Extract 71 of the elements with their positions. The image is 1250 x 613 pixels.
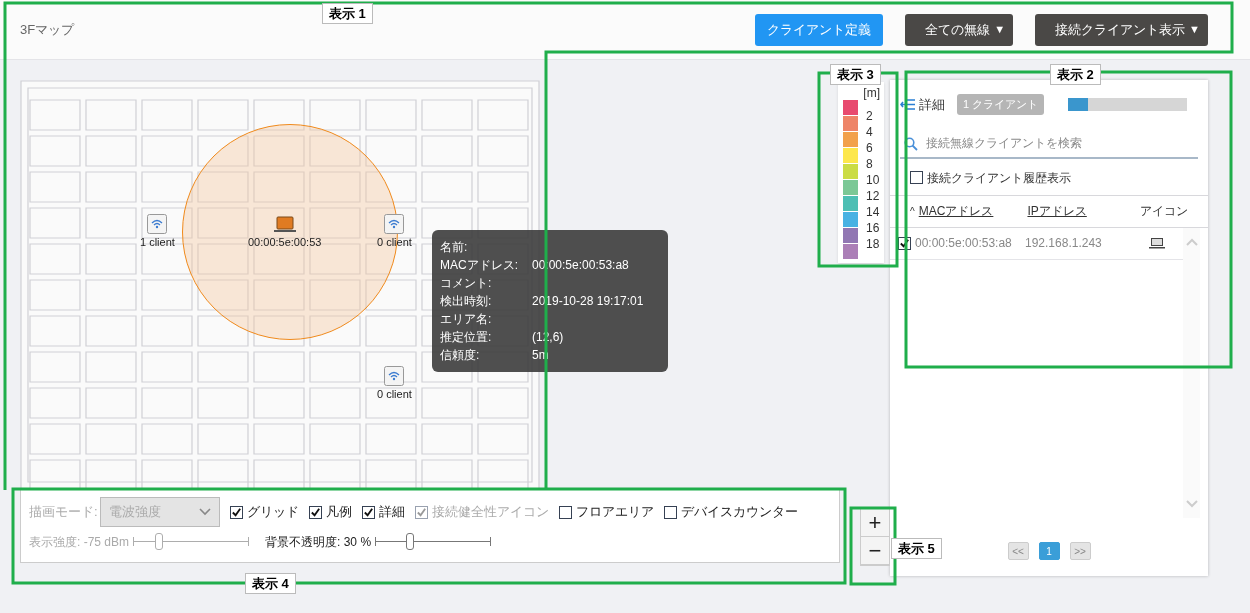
tooltip-value: 00:00:5e:00:53:a8 xyxy=(532,257,629,274)
page-title: 3Fマップ xyxy=(20,20,75,39)
zoom-in-button[interactable]: + xyxy=(861,509,889,537)
slider-label: 背景不透明度: 30 % xyxy=(265,534,372,551)
legend-label: 16 xyxy=(866,220,880,236)
checkbox-label: グリッド xyxy=(246,503,299,522)
legend-label: 18 xyxy=(866,236,880,252)
legend-label: 6 xyxy=(866,140,874,156)
annotation-label: 表示 1 xyxy=(322,3,373,24)
search-field[interactable]: 接続無線クライアントを検索 xyxy=(900,128,1198,159)
client-row[interactable]: 00:00:5e:00:53:a8 192.168.1.243 xyxy=(890,227,1183,260)
column-header[interactable]: アイコン xyxy=(1140,202,1188,220)
laptop-icon xyxy=(1149,237,1165,249)
legend-label: 12 xyxy=(866,188,880,204)
checkbox-label: 詳細 xyxy=(378,503,405,522)
access-point-icon[interactable] xyxy=(147,214,168,234)
client-count: 0 client xyxy=(377,235,412,250)
checkbox[interactable] xyxy=(229,505,243,519)
checkbox[interactable] xyxy=(308,505,322,519)
client-count: 1 client xyxy=(140,235,175,250)
tooltip-key: 信頼度: xyxy=(440,346,532,364)
access-point-icon[interactable] xyxy=(384,214,405,234)
legend-label: 10 xyxy=(866,172,880,188)
client-count: 0 client xyxy=(377,387,412,402)
access-point-icon[interactable] xyxy=(384,366,405,386)
checkbox[interactable] xyxy=(558,505,572,519)
dropdown-button[interactable]: 全ての無線 ▼ xyxy=(905,13,1014,46)
checkbox[interactable] xyxy=(361,505,375,519)
tooltip-key: 検出時刻: xyxy=(440,292,532,310)
chevron-down-icon xyxy=(198,508,211,516)
sort-caret: ^ xyxy=(910,204,915,219)
checkbox-label: フロアエリア xyxy=(575,503,654,522)
annotation-label: 表示 5 xyxy=(891,538,942,559)
tooltip-key: MACアドレス: xyxy=(440,256,532,274)
annotation-label: 表示 3 xyxy=(830,64,881,85)
column-header[interactable]: IPアドレス xyxy=(1027,202,1087,220)
legend-label: 4 xyxy=(866,124,874,140)
tooltip-key: 推定位置: xyxy=(440,328,532,346)
checkbox-label: デバイスカウンター xyxy=(680,503,798,522)
tooltip-key: 名前: xyxy=(440,238,532,256)
list-icon xyxy=(900,98,915,110)
slider-track[interactable] xyxy=(133,533,250,551)
client-mac-label: 00:00:5e:00:53 xyxy=(248,235,322,250)
client-count-badge: 1 クライアント xyxy=(957,94,1045,115)
tooltip-value: 2019-10-28 19:17:01 xyxy=(532,293,644,310)
checkbox-label: 凡例 xyxy=(325,503,352,522)
search-icon xyxy=(904,136,918,151)
slider-label: 表示強度: -75 dBm xyxy=(29,534,130,551)
annotation-label: 表示 4 xyxy=(245,573,296,594)
tooltip-key: コメント: xyxy=(440,274,532,292)
legend-unit: [m] xyxy=(862,86,881,100)
checkbox-label: 接続クライアント履歴表示 xyxy=(927,169,1071,187)
mac-cell-text: 00:00:5e:00:53:a8 xyxy=(915,235,1013,252)
legend-label: 2 xyxy=(866,108,874,124)
zoom-out-button[interactable]: − xyxy=(861,537,889,565)
checkbox[interactable] xyxy=(910,171,923,184)
tooltip-key: エリア名: xyxy=(440,310,532,328)
column-header[interactable]: MACアドレス xyxy=(918,202,994,220)
legend-label: 8 xyxy=(866,156,874,172)
details-toggle[interactable]: 詳細 xyxy=(900,94,945,114)
checkbox[interactable] xyxy=(663,505,677,519)
dropdown-button[interactable]: 接続クライアント表示 ▼ xyxy=(1035,13,1208,46)
slider-track[interactable] xyxy=(375,533,492,551)
mode-label: 描画モード: xyxy=(29,503,98,522)
annotation-label: 表示 2 xyxy=(1050,64,1101,85)
laptop-icon[interactable] xyxy=(273,214,296,234)
legend-label: 14 xyxy=(866,204,880,220)
checkbox-label: 接続健全性アイコン xyxy=(431,503,549,522)
tooltip-value: 5m xyxy=(532,347,549,364)
slider-thumb[interactable] xyxy=(405,533,414,550)
ip-cell-text: 192.168.1.243 xyxy=(1025,235,1103,252)
